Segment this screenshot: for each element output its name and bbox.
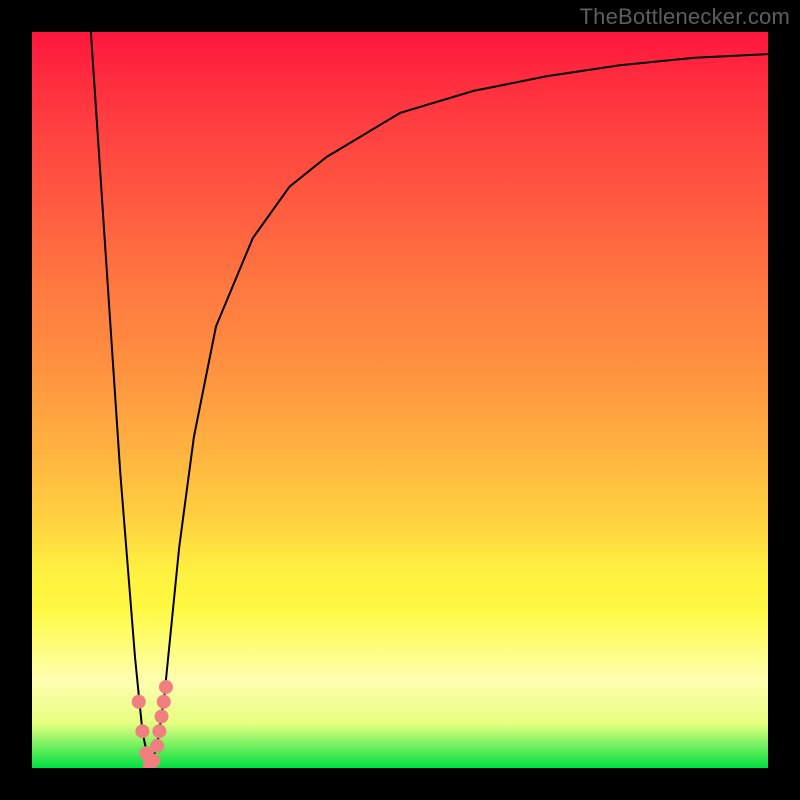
highlight-dot: [132, 695, 146, 709]
highlight-dot: [157, 695, 171, 709]
attribution-text: TheBottlenecker.com: [580, 4, 790, 30]
curve-svg: [32, 32, 768, 768]
chart-frame: TheBottlenecker.com: [0, 0, 800, 800]
highlight-dot: [155, 709, 169, 723]
highlight-dot: [146, 754, 160, 768]
highlight-dot: [135, 724, 149, 738]
highlight-dot: [159, 680, 173, 694]
highlight-dot: [152, 724, 166, 738]
plot-area: [32, 32, 768, 768]
highlight-dot: [150, 739, 164, 753]
bottleneck-curve-path: [91, 32, 768, 768]
